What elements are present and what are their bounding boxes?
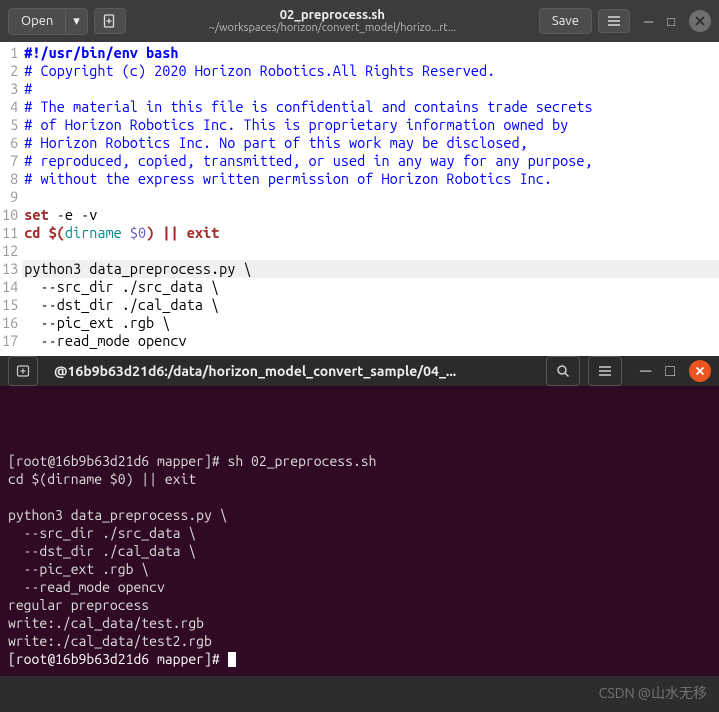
line-number: 8	[2, 170, 18, 188]
code-line[interactable]: python3 data_preprocess.py \	[22, 260, 719, 278]
code-line[interactable]	[22, 242, 719, 260]
terminal-output-line: --dst_dir ./cal_data \	[8, 542, 711, 560]
terminal-title: @16b9b63d21d6:/data/horizon_model_conver…	[46, 363, 538, 379]
terminal-output-line	[8, 488, 711, 506]
terminal-body[interactable]: [root@16b9b63d21d6 mapper]# sh 02_prepro…	[0, 386, 719, 712]
line-number: 10	[2, 206, 18, 224]
terminal-output-line: --src_dir ./src_data \	[8, 524, 711, 542]
minimize-button[interactable]: ─	[644, 14, 653, 29]
line-number: 3	[2, 80, 18, 98]
terminal-menu-button[interactable]	[588, 356, 622, 386]
code-line[interactable]: --read_mode opencv	[22, 332, 719, 350]
hamburger-icon	[607, 15, 621, 27]
line-number: 2	[2, 62, 18, 80]
line-number: 5	[2, 116, 18, 134]
code-line[interactable]: set -e -v	[22, 206, 719, 224]
terminal-output-line: [root@16b9b63d21d6 mapper]# sh 02_prepro…	[8, 452, 711, 470]
terminal-search-button[interactable]	[546, 356, 580, 386]
open-button-group: Open ▾	[8, 8, 88, 35]
code-area[interactable]: 1234567891011121314151617 #!/usr/bin/env…	[0, 42, 719, 356]
window-controls: ─ □	[644, 10, 711, 32]
line-number: 17	[2, 332, 18, 350]
code-line[interactable]: cd $(dirname $0) || exit	[22, 224, 719, 242]
terminal-window-controls: ─ □	[640, 360, 711, 382]
maximize-button[interactable]: □	[667, 14, 675, 29]
code-line[interactable]: # reproduced, copied, transmitted, or us…	[22, 152, 719, 170]
hamburger-menu-button[interactable]	[598, 9, 630, 33]
code-lines[interactable]: #!/usr/bin/env bash# Copyright (c) 2020 …	[22, 44, 719, 356]
line-number: 1	[2, 44, 18, 62]
editor-window: Open ▾ 02_preprocess.sh ~/workspaces/hor…	[0, 0, 719, 356]
cursor	[228, 652, 236, 667]
line-number: 12	[2, 242, 18, 260]
code-line[interactable]: # Horizon Robotics Inc. No part of this …	[22, 134, 719, 152]
terminal-minimize-button[interactable]: ─	[640, 362, 651, 381]
save-button[interactable]: Save	[539, 8, 592, 34]
terminal-titlebar: @16b9b63d21d6:/data/horizon_model_conver…	[0, 356, 719, 386]
code-line[interactable]: #!/usr/bin/env bash	[22, 44, 719, 62]
close-icon	[695, 366, 705, 376]
line-number-gutter: 1234567891011121314151617	[0, 44, 22, 356]
terminal-close-button[interactable]	[689, 360, 711, 382]
new-document-icon	[103, 14, 117, 28]
close-icon	[695, 16, 705, 26]
code-line[interactable]: --src_dir ./src_data \	[22, 278, 719, 296]
editor-titlebar: Open ▾ 02_preprocess.sh ~/workspaces/hor…	[0, 0, 719, 42]
terminal-output-line: cd $(dirname $0) || exit	[8, 470, 711, 488]
terminal-output-line: write:./cal_data/test2.rgb	[8, 632, 711, 650]
line-number: 4	[2, 98, 18, 116]
code-line[interactable]: # without the express written permission…	[22, 170, 719, 188]
open-button[interactable]: Open	[8, 8, 65, 35]
code-line[interactable]: --dst_dir ./cal_data \	[22, 296, 719, 314]
terminal-output-line: write:./cal_data/test.rgb	[8, 614, 711, 632]
watermark: CSDN @山水无移	[599, 684, 707, 702]
file-path: ~/workspaces/horizon/convert_model/horiz…	[132, 22, 533, 34]
close-button[interactable]	[689, 10, 711, 32]
title-block: 02_preprocess.sh ~/workspaces/horizon/co…	[132, 8, 533, 34]
terminal-new-tab-button[interactable]	[8, 356, 38, 386]
open-dropdown-button[interactable]: ▾	[65, 8, 88, 35]
code-line[interactable]: # The material in this file is confident…	[22, 98, 719, 116]
line-number: 6	[2, 134, 18, 152]
code-line[interactable]: #	[22, 80, 719, 98]
terminal-output-line: python3 data_preprocess.py \	[8, 506, 711, 524]
terminal-prompt-line[interactable]: [root@16b9b63d21d6 mapper]#	[8, 650, 711, 668]
line-number: 7	[2, 152, 18, 170]
terminal-output-line: --pic_ext .rgb \	[8, 560, 711, 578]
line-number: 11	[2, 224, 18, 242]
line-number: 9	[2, 188, 18, 206]
terminal-output-line: regular preprocess	[8, 596, 711, 614]
line-number: 16	[2, 314, 18, 332]
line-number: 14	[2, 278, 18, 296]
terminal-maximize-button[interactable]: □	[665, 362, 675, 381]
terminal-window: @16b9b63d21d6:/data/horizon_model_conver…	[0, 356, 719, 676]
new-tab-button[interactable]	[94, 8, 126, 34]
code-line[interactable]: # Copyright (c) 2020 Horizon Robotics.Al…	[22, 62, 719, 80]
line-number: 13	[2, 260, 18, 278]
file-title: 02_preprocess.sh	[132, 8, 533, 22]
code-line[interactable]: --pic_ext .rgb \	[22, 314, 719, 332]
new-tab-icon	[16, 364, 30, 378]
code-line[interactable]: # of Horizon Robotics Inc. This is propr…	[22, 116, 719, 134]
hamburger-icon	[598, 365, 612, 377]
terminal-output-line: --read_mode opencv	[8, 578, 711, 596]
chevron-down-icon: ▾	[73, 14, 80, 29]
line-number: 15	[2, 296, 18, 314]
code-line[interactable]	[22, 188, 719, 206]
search-icon	[556, 364, 570, 378]
